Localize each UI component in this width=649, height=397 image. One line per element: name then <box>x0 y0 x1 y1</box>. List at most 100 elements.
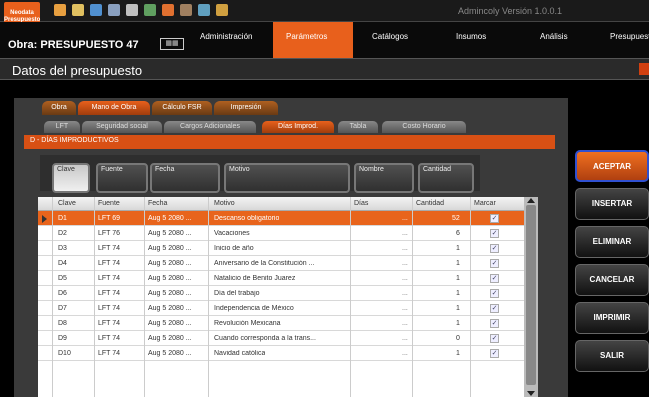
help-icon[interactable] <box>198 4 210 16</box>
menu-insumos[interactable]: Insumos <box>456 32 486 41</box>
cell-clave: D7 <box>58 305 67 312</box>
window-titlebar: Datos del presupuesto <box>0 58 649 80</box>
menu-parametros[interactable]: Parámetros <box>286 32 327 41</box>
tab-dias-improd[interactable]: Días Improd. <box>262 121 334 133</box>
col-fuente[interactable]: Fuente <box>98 200 120 207</box>
settings-icon[interactable] <box>180 4 192 16</box>
col-cantidad[interactable]: Cantidad <box>416 200 444 207</box>
group-clave[interactable]: Clave <box>52 163 90 193</box>
cell-clave: D6 <box>58 290 67 297</box>
cell-dias[interactable]: ... <box>402 335 408 342</box>
group-fecha[interactable]: Fecha <box>150 163 220 193</box>
group-motivo[interactable]: Motivo <box>224 163 350 193</box>
cancelar-button[interactable]: CANCELAR <box>575 264 649 296</box>
cell-motivo: Día del trabajo <box>214 290 260 297</box>
cell-dias[interactable]: ... <box>402 275 408 282</box>
imprimir-button[interactable]: IMPRIMIR <box>575 302 649 334</box>
window-title: Datos del presupuesto <box>12 63 143 78</box>
table-row[interactable]: D7 LFT 74 Aug 5 2080 ... Independencia de M… <box>38 301 524 316</box>
marcar-checkbox[interactable]: ✓ <box>490 319 499 328</box>
marcar-checkbox[interactable]: ✓ <box>490 349 499 358</box>
table-row[interactable]: D6 LFT 74 Aug 5 2080 ... Día del trabajo...… <box>38 286 524 301</box>
salir-button[interactable]: SALIR <box>575 340 649 372</box>
calc-icon[interactable] <box>126 4 138 16</box>
group-cantidad[interactable]: Cantidad <box>418 163 474 193</box>
col-fecha[interactable]: Fecha <box>148 200 167 207</box>
scroll-down-icon[interactable] <box>527 391 535 396</box>
tab-mano-de-obra[interactable]: Mano de Obra <box>78 101 150 115</box>
scroll-up-icon[interactable] <box>527 198 535 203</box>
cell-cantidad: 0 <box>456 335 460 342</box>
menu-administracion[interactable]: Administración <box>200 32 252 41</box>
table-row[interactable]: D3 LFT 74 Aug 5 2080 ... Inicio de año... 1 ✓ <box>38 241 524 256</box>
marcar-checkbox[interactable]: ✓ <box>490 214 499 223</box>
scroll-thumb[interactable] <box>526 205 536 385</box>
chart-icon[interactable] <box>144 4 156 16</box>
marcar-checkbox[interactable]: ✓ <box>490 334 499 343</box>
tab-seguridad-social[interactable]: Seguridad social <box>82 121 162 133</box>
cell-clave: D2 <box>58 230 67 237</box>
cell-cantidad: 1 <box>456 275 460 282</box>
tab-obra[interactable]: Obra <box>42 101 76 115</box>
tab-lft[interactable]: LFT <box>44 121 80 133</box>
open-icon[interactable] <box>72 4 84 16</box>
col-dias[interactable]: Días <box>354 200 368 207</box>
menu-catalogos[interactable]: Catálogos <box>372 32 408 41</box>
save-icon[interactable] <box>90 4 102 16</box>
cell-dias[interactable]: ... <box>402 230 408 237</box>
eliminar-button[interactable]: ELIMINAR <box>575 226 649 258</box>
marcar-checkbox[interactable]: ✓ <box>490 229 499 238</box>
aceptar-button[interactable]: ACEPTAR <box>575 150 649 182</box>
app-toolbar: Neodata Presupuesto Admincoly Versión 1.… <box>0 0 649 32</box>
tab-tabla[interactable]: Tabla <box>338 121 378 133</box>
insertar-button[interactable]: INSERTAR <box>575 188 649 220</box>
folder-icon[interactable] <box>54 4 66 16</box>
cell-fecha: Aug 5 2080 ... <box>148 350 192 357</box>
cell-dias[interactable]: ... <box>402 245 408 252</box>
marcar-checkbox[interactable]: ✓ <box>490 244 499 253</box>
tool-icon[interactable] <box>162 4 174 16</box>
col-marcar[interactable]: Marcar <box>474 200 496 207</box>
cell-dias[interactable]: ... <box>402 305 408 312</box>
marcar-checkbox[interactable]: ✓ <box>490 274 499 283</box>
marcar-checkbox[interactable]: ✓ <box>490 289 499 298</box>
menu-analisis[interactable]: Análisis <box>540 32 568 41</box>
cell-fecha: Aug 5 2080 ... <box>148 305 192 312</box>
print-icon[interactable] <box>108 4 120 16</box>
calendar-icon[interactable]: ▦▦ <box>160 38 184 50</box>
table-row[interactable]: D8 LFT 74 Aug 5 2080 ... Revolución Mexican… <box>38 316 524 331</box>
cell-dias[interactable]: ... <box>402 350 408 357</box>
cell-fuente: LFT 74 <box>98 335 121 342</box>
tab-cargos-adicionales[interactable]: Cargos Adicionales <box>164 121 256 133</box>
menu-presupuesto[interactable]: Presupuesto <box>610 32 649 41</box>
group-nombre[interactable]: Nombre <box>354 163 414 193</box>
group-fuente[interactable]: Fuente <box>96 163 148 193</box>
close-icon[interactable] <box>639 63 649 75</box>
table-row[interactable]: D1 LFT 69 Aug 5 2080 ... Descanso obligator… <box>38 211 524 226</box>
cell-dias[interactable]: ... <box>402 215 408 222</box>
exit-icon[interactable] <box>216 4 228 16</box>
marcar-checkbox[interactable]: ✓ <box>490 259 499 268</box>
col-clave[interactable]: Clave <box>58 200 76 207</box>
cell-motivo: Vacaciones <box>214 230 250 237</box>
cell-fuente: LFT 74 <box>98 305 121 312</box>
cell-dias[interactable]: ... <box>402 260 408 267</box>
table-row[interactable]: D10 LFT 74 Aug 5 2080 ... Navidad católica.… <box>38 346 524 361</box>
tab-impresion[interactable]: Impresión <box>214 101 278 115</box>
cell-dias[interactable]: ... <box>402 320 408 327</box>
cell-dias[interactable]: ... <box>402 290 408 297</box>
grid-scrollbar[interactable] <box>524 197 538 397</box>
tab-calculo-fsr[interactable]: Cálculo FSR <box>152 101 212 115</box>
table-row[interactable]: D2 LFT 76 Aug 5 2080 ... Vacaciones... 6 ✓ <box>38 226 524 241</box>
tab-costo-horario[interactable]: Costo Horario <box>382 121 466 133</box>
cell-cantidad: 6 <box>456 230 460 237</box>
data-grid[interactable]: Clave Fuente Fecha Motivo Días Cantidad … <box>38 197 524 397</box>
col-divider <box>470 197 471 397</box>
table-row[interactable]: D5 LFT 74 Aug 5 2080 ... Natalicio de Benit… <box>38 271 524 286</box>
col-motivo[interactable]: Motivo <box>214 200 235 207</box>
table-row[interactable]: D4 LFT 74 Aug 5 2080 ... Aniversario de la … <box>38 256 524 271</box>
marcar-checkbox[interactable]: ✓ <box>490 304 499 313</box>
col-divider <box>412 197 413 397</box>
table-row[interactable]: D9 LFT 74 Aug 5 2080 ... Cuando corresponda… <box>38 331 524 346</box>
cell-fuente: LFT 74 <box>98 290 121 297</box>
